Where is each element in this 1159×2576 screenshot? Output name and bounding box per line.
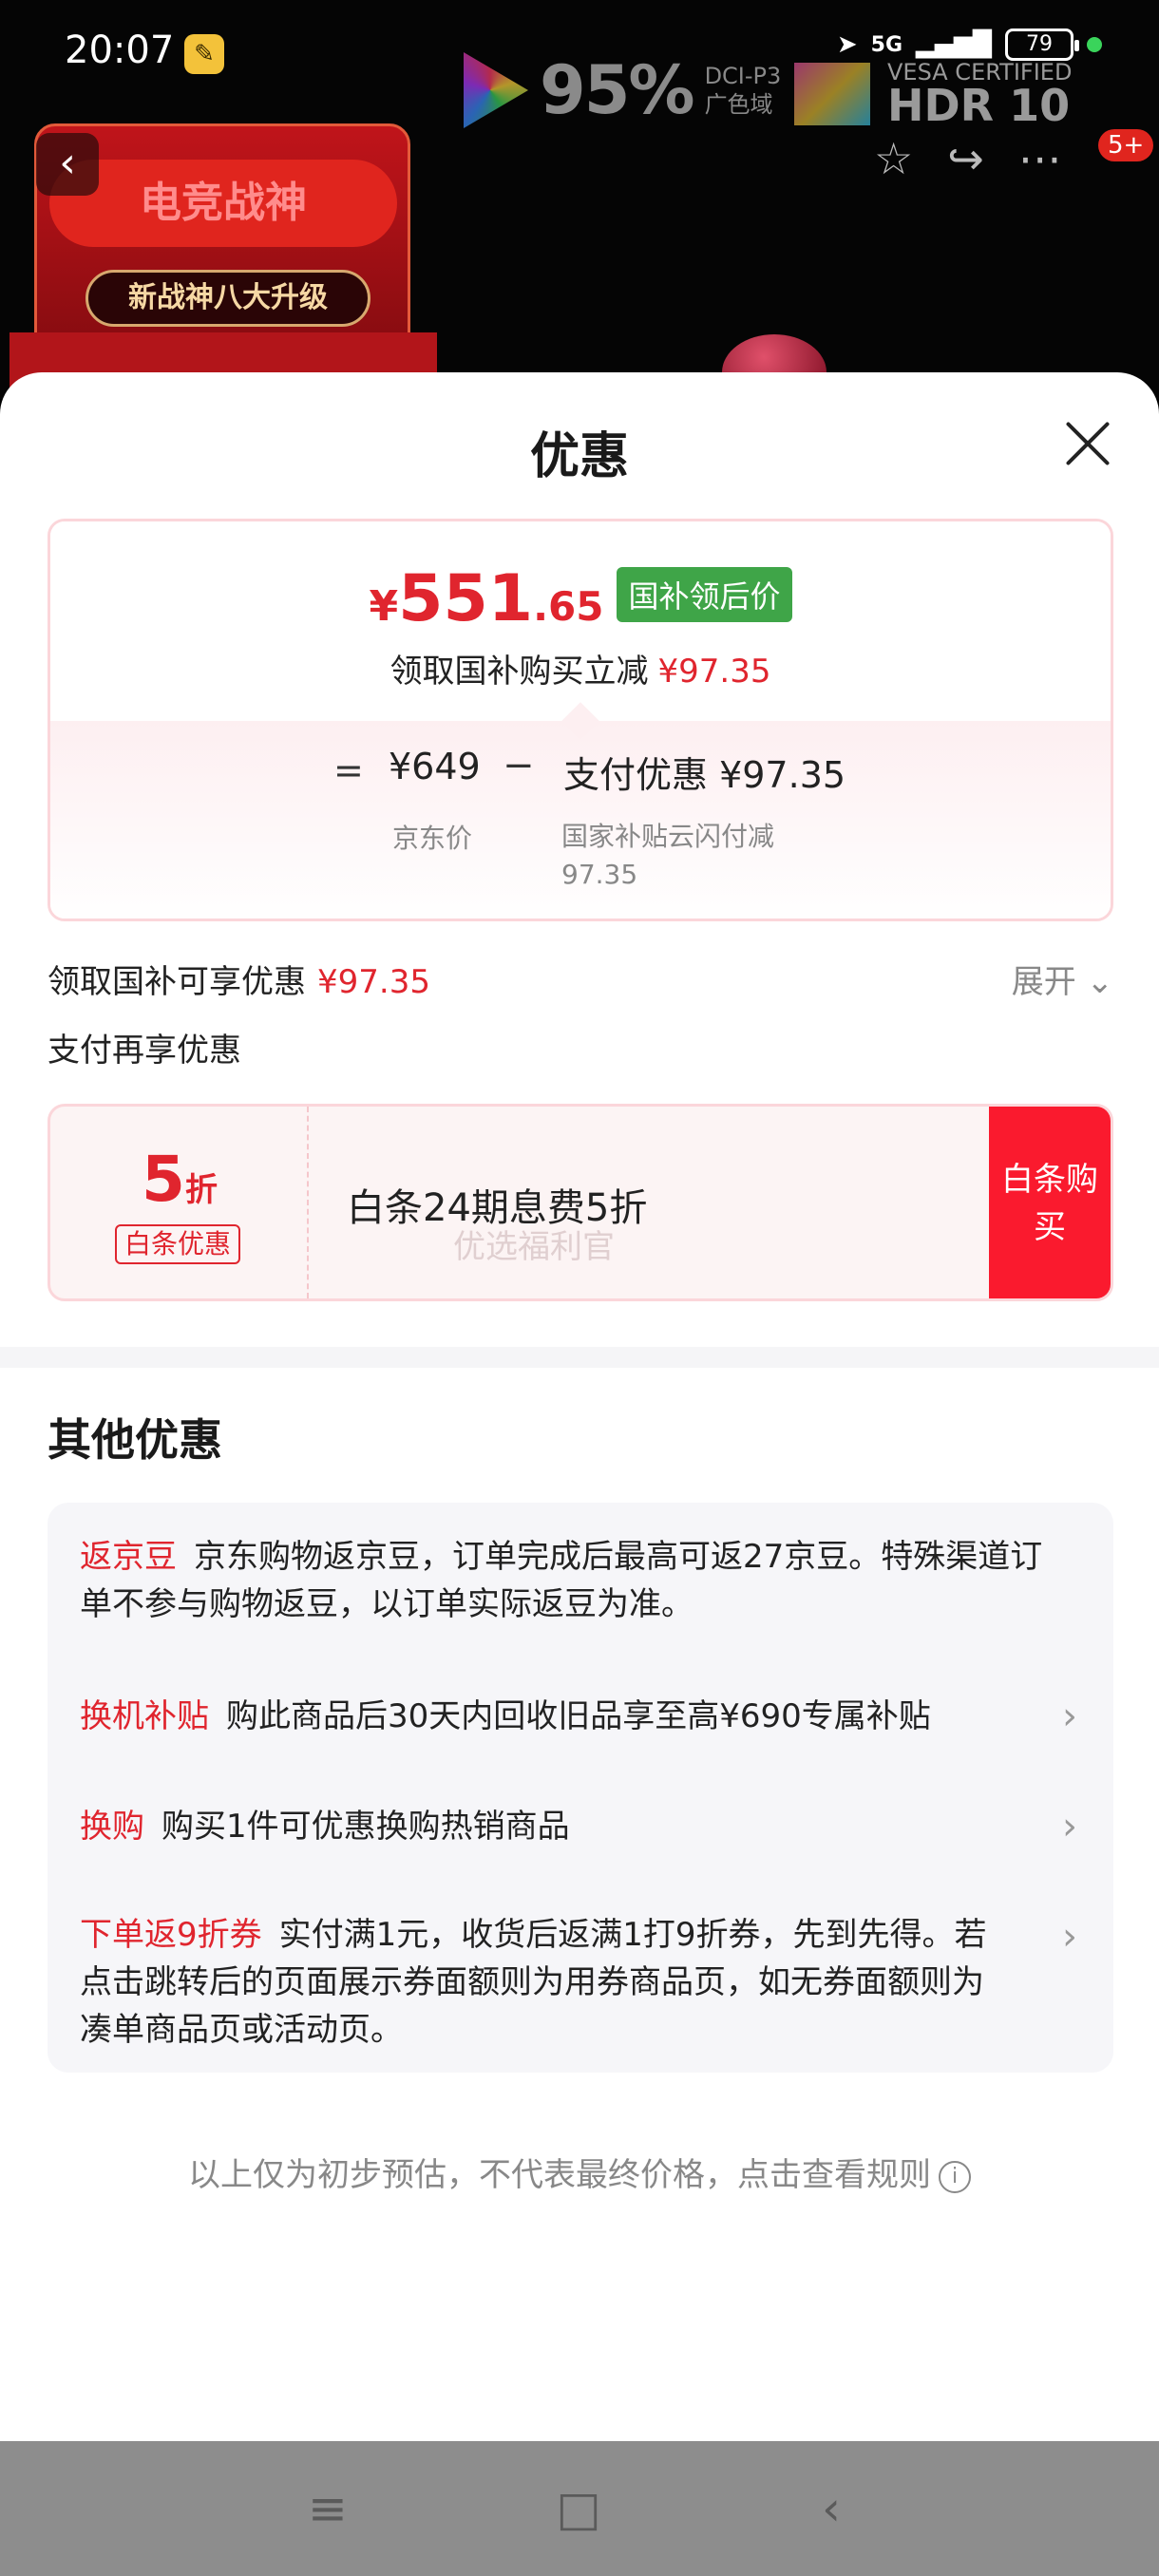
subsidy-row: 领取国补可享优惠 ¥97.35 xyxy=(48,963,430,1001)
prism-icon xyxy=(464,52,528,128)
color-gamut-pct: 95% xyxy=(540,51,695,129)
expand-button[interactable]: 展开 ⌄ xyxy=(1012,956,1113,1002)
offer-exchange[interactable]: 换购 购买1件可优惠换购热销商品 xyxy=(80,1803,1049,1850)
favorite-star-icon[interactable]: ☆ xyxy=(874,133,913,184)
final-price: ¥551.65 xyxy=(369,561,604,636)
hdr-label: HDR 10 xyxy=(887,80,1071,131)
pay-more-label: 支付再享优惠 xyxy=(48,1032,241,1070)
back-nav-icon[interactable]: ‹ xyxy=(802,2479,861,2538)
baitiao-buy-button[interactable]: 白条购买 xyxy=(989,1107,1111,1298)
close-icon[interactable] xyxy=(1056,412,1119,475)
equals-sign: = xyxy=(333,749,364,791)
price-card: ¥551.65 国补领后价 领取国补购买立减 ¥97.35 = ¥649 − 支付… xyxy=(48,519,1113,921)
pay-discount-label: 国家补贴云闪付减97.35 xyxy=(561,821,775,890)
top-actions: ☆ ↪ ⋯ xyxy=(874,133,1062,184)
info-icon[interactable]: i xyxy=(939,2160,971,2193)
baitiao-offer-card: 5折 白条优惠 白条24期息费5折 优选福利官 白条购买 xyxy=(48,1104,1113,1301)
chevron-down-icon: ⌄ xyxy=(1075,963,1114,1001)
network-indicator: 5G xyxy=(870,32,903,57)
subsidy-reduction-text: 领取国补购买立减 ¥97.35 xyxy=(390,653,771,691)
discount-sheet: 优惠 ¥551.65 国补领后价 领取国补购买立减 ¥97.35 = ¥649 −… xyxy=(0,372,1159,2443)
location-icon: ➤ xyxy=(836,30,858,59)
color-gamut-label-cn: 广色域 xyxy=(704,91,773,118)
baitiao-discount: 5折 xyxy=(142,1143,218,1216)
rules-footnote[interactable]: 以上仅为初步预估，不代表最终价格，点击查看规则 i xyxy=(0,2149,1159,2195)
hdr-badge: VESA CERTIFIED HDR 10 xyxy=(794,61,1072,127)
offer-trade-in[interactable]: 换机补贴 购此商品后30天内回收旧品享至高¥690专属补贴 xyxy=(80,1693,1049,1740)
home-icon[interactable]: □ xyxy=(549,2479,608,2538)
minus-sign: − xyxy=(503,744,535,787)
status-time: 20:07 xyxy=(65,28,175,72)
status-icons: ➤ 5G ▂▄▆█ 79 xyxy=(837,28,1102,61)
more-menu-icon[interactable]: ⋯ xyxy=(1018,133,1062,184)
offer-coupon-return[interactable]: 下单返9折券 实付满1元，收货后返满1打9折券，先到先得。若点击跳转后的页面展示券… xyxy=(80,1911,1011,2054)
other-offers-title: 其他优惠 xyxy=(48,1414,222,1466)
offer-jingdou: 返京豆 京东购物返京豆，订单完成后最高可返27京豆。特殊渠道订单不参与购物返豆，以… xyxy=(80,1538,1043,1623)
hdr-logo-icon xyxy=(794,63,870,125)
product-page-background: 20:07 ✎ ➤ 5G ▂▄▆█ 79 电竞战神 新战神八大升级 ‹ 95% … xyxy=(0,0,1159,399)
watermark-text: 优选福利官 xyxy=(453,1228,615,1266)
signal-icon: ▂▄▆█ xyxy=(916,30,992,59)
privacy-dot-icon xyxy=(1087,37,1102,52)
menu-icon[interactable]: ≡ xyxy=(298,2479,357,2538)
baitiao-tag: 白条优惠 xyxy=(115,1224,241,1264)
banner-title: 电竞战神 xyxy=(49,160,397,247)
notification-app-icon: ✎ xyxy=(184,34,224,74)
section-divider xyxy=(0,1347,1159,1368)
subsidy-price-tag: 国补领后价 xyxy=(617,567,792,622)
share-icon[interactable]: ↪ xyxy=(947,133,984,184)
color-gamut-badge: 95% DCI-P3 广色域 xyxy=(452,51,781,129)
chevron-right-icon[interactable]: › xyxy=(1062,1695,1077,1738)
sheet-title: 优惠 xyxy=(529,428,629,485)
chevron-right-icon[interactable]: › xyxy=(1062,1805,1077,1848)
banner-subtitle: 新战神八大升级 xyxy=(86,270,370,327)
pay-discount: 支付优惠 ¥97.35 xyxy=(563,754,846,796)
final-price-row: ¥551.65 国补领后价 xyxy=(50,567,1111,632)
system-nav-bar: ≡ □ ‹ xyxy=(0,2441,1159,2576)
battery-icon: 79 xyxy=(1005,28,1079,61)
color-gamut-label: DCI-P3 xyxy=(704,63,782,89)
jd-price-label: 京东价 xyxy=(392,823,473,854)
message-badge: 5+ xyxy=(1098,129,1154,161)
jd-price: ¥649 xyxy=(389,746,481,787)
back-button[interactable]: ‹ xyxy=(36,133,99,196)
chevron-right-icon[interactable]: › xyxy=(1062,1915,1077,1959)
